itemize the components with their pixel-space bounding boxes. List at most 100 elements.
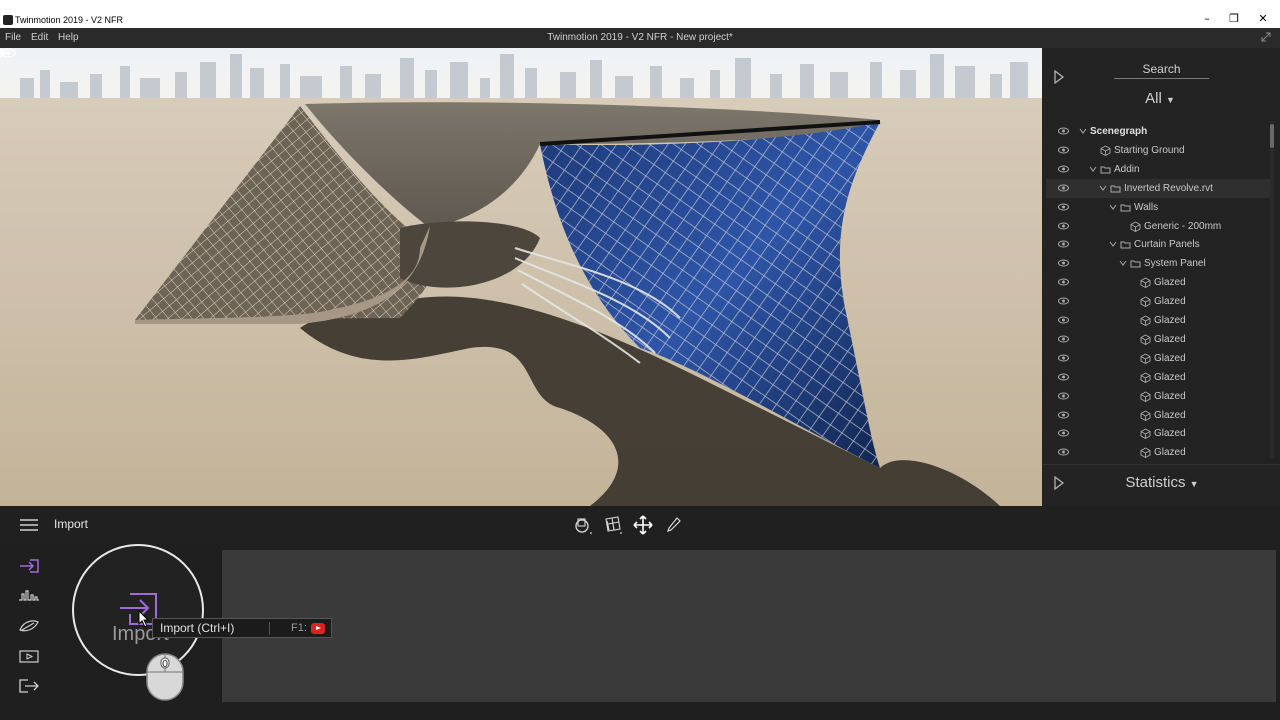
filter-value: All <box>1145 90 1162 107</box>
chevron-down-icon[interactable] <box>1098 183 1108 193</box>
tree-item-label: Glazed <box>1154 372 1186 383</box>
bottom-dock: Import Import (Ctrl+I) F1: 0 <box>0 544 1280 720</box>
tree-row[interactable]: Glazed <box>1046 311 1270 330</box>
tree-item-label: System Panel <box>1144 258 1206 269</box>
tree-row[interactable]: Glazed <box>1046 368 1270 387</box>
object-icon <box>1140 410 1151 421</box>
visibility-eye-icon[interactable] <box>1058 278 1069 286</box>
visibility-eye-icon[interactable] <box>1058 354 1069 362</box>
visibility-eye-icon[interactable] <box>1058 127 1069 135</box>
section-title: Import <box>54 517 89 531</box>
object-icon <box>1140 353 1151 364</box>
visibility-eye-icon[interactable] <box>1058 222 1069 230</box>
tree-item-label: Glazed <box>1154 391 1186 402</box>
tree-row[interactable]: Glazed <box>1046 406 1270 425</box>
chevron-down-icon[interactable] <box>1108 239 1118 249</box>
visibility-eye-icon[interactable] <box>1058 240 1069 248</box>
tree-row[interactable]: Glazed <box>1046 292 1270 311</box>
tree-item-label: Addin <box>1114 164 1140 175</box>
tree-row[interactable]: Glazed <box>1046 330 1270 349</box>
chevron-down-icon[interactable] <box>1108 202 1118 212</box>
object-icon <box>1140 391 1151 402</box>
chevron-down-icon[interactable] <box>1088 164 1098 174</box>
close-button[interactable]: ✕ <box>1248 12 1278 26</box>
visibility-eye-icon[interactable] <box>1058 448 1069 456</box>
object-icon <box>1140 447 1151 458</box>
tree-item-label: Scenegraph <box>1090 126 1148 137</box>
pencil-tool-icon[interactable] <box>663 515 683 535</box>
tree-item-label: Curtain Panels <box>1134 239 1200 250</box>
tree-row[interactable]: Curtain Panels <box>1046 235 1270 254</box>
fullscreen-expand-icon[interactable] <box>1260 31 1272 43</box>
tree-row[interactable]: System Panel <box>1046 254 1270 273</box>
statistics-dropdown[interactable]: Statistics ▼ <box>1122 474 1202 491</box>
tooltip-text: Import (Ctrl+I) <box>160 621 235 635</box>
visibility-eye-icon[interactable] <box>1058 184 1069 192</box>
mouse-hint-text: 0 <box>162 659 168 670</box>
move-tool-icon[interactable] <box>633 515 653 535</box>
tree-row[interactable]: Glazed <box>1046 349 1270 368</box>
visibility-eye-icon[interactable] <box>1058 146 1069 154</box>
visibility-eye-icon[interactable] <box>1058 429 1069 437</box>
video-icon[interactable] <box>18 648 40 664</box>
restore-button[interactable]: ❐ <box>1219 12 1249 26</box>
orbit-tool-icon[interactable] <box>573 515 593 535</box>
visibility-eye-icon[interactable] <box>1058 297 1069 305</box>
visibility-eye-icon[interactable] <box>1058 335 1069 343</box>
folder-icon <box>1100 166 1111 174</box>
tree-row[interactable]: Walls <box>1046 198 1270 217</box>
visibility-eye-icon[interactable] <box>1058 316 1069 324</box>
search-field[interactable]: Search <box>1114 62 1209 79</box>
tree-row[interactable]: Scenegraph <box>1046 122 1270 141</box>
main-toolbar: Import <box>0 506 1280 544</box>
scene-panel: Search All ▼ Scenegraph Starting Ground Ad… <box>1042 48 1280 506</box>
chevron-down-icon: ▼ <box>1189 479 1199 489</box>
tree-row[interactable]: Inverted Revolve.rvt <box>1046 179 1270 198</box>
mouse-cursor-icon <box>138 610 150 628</box>
chevron-down-icon[interactable] <box>1118 258 1128 268</box>
object-icon <box>1140 372 1151 383</box>
visibility-eye-icon[interactable] <box>1058 392 1069 400</box>
visibility-eye-icon[interactable] <box>1058 165 1069 173</box>
filter-dropdown[interactable]: All ▼ <box>1130 90 1190 107</box>
export-icon[interactable] <box>18 678 40 694</box>
import-tooltip: Import (Ctrl+I) F1: <box>152 618 332 638</box>
tree-row[interactable]: Addin <box>1046 160 1270 179</box>
menu-edit[interactable]: Edit <box>31 31 48 45</box>
visibility-eye-icon[interactable] <box>1058 203 1069 211</box>
visibility-eye-icon[interactable] <box>1058 411 1069 419</box>
tree-row[interactable]: Glazed <box>1046 273 1270 292</box>
tree-scrollbar[interactable] <box>1270 122 1274 458</box>
grid-tool-icon[interactable] <box>603 515 623 535</box>
statistics-expand-icon[interactable] <box>1054 476 1064 490</box>
collapse-arrow-icon[interactable] <box>1054 70 1064 84</box>
youtube-icon[interactable] <box>311 623 325 634</box>
3d-viewport[interactable] <box>0 48 1042 506</box>
visibility-eye-icon[interactable] <box>1058 373 1069 381</box>
tree-row[interactable]: Glazed <box>1046 443 1270 458</box>
hamburger-menu-icon[interactable] <box>20 519 38 531</box>
folder-icon <box>1110 185 1121 193</box>
minimize-button[interactable]: – <box>1192 12 1222 26</box>
chevron-down-icon[interactable] <box>1078 126 1088 136</box>
import-icon[interactable] <box>18 558 40 574</box>
tree-item-label: Glazed <box>1154 334 1186 345</box>
menu-file[interactable]: File <box>5 31 21 45</box>
tree-item-label: Walls <box>1134 202 1159 213</box>
visibility-eye-icon[interactable] <box>1058 259 1069 267</box>
tree-row[interactable]: Glazed <box>1046 387 1270 406</box>
menu-help[interactable]: Help <box>58 31 79 45</box>
tree-row[interactable]: Starting Ground <box>1046 141 1270 160</box>
tree-row[interactable]: Glazed <box>1046 424 1270 443</box>
viewport-eye-icon[interactable] <box>0 48 16 58</box>
waveform-icon[interactable] <box>18 588 40 604</box>
tree-item-label: Glazed <box>1154 277 1186 288</box>
tree-row[interactable]: Generic - 200mm <box>1046 217 1270 236</box>
scrollbar-thumb[interactable] <box>1270 124 1274 148</box>
object-icon <box>1130 221 1141 232</box>
leaf-icon[interactable] <box>18 618 40 634</box>
folder-icon <box>1120 241 1131 249</box>
tree-item-label: Glazed <box>1154 428 1186 439</box>
object-icon <box>1140 277 1151 288</box>
tooltip-help-key: F1: <box>291 622 307 634</box>
